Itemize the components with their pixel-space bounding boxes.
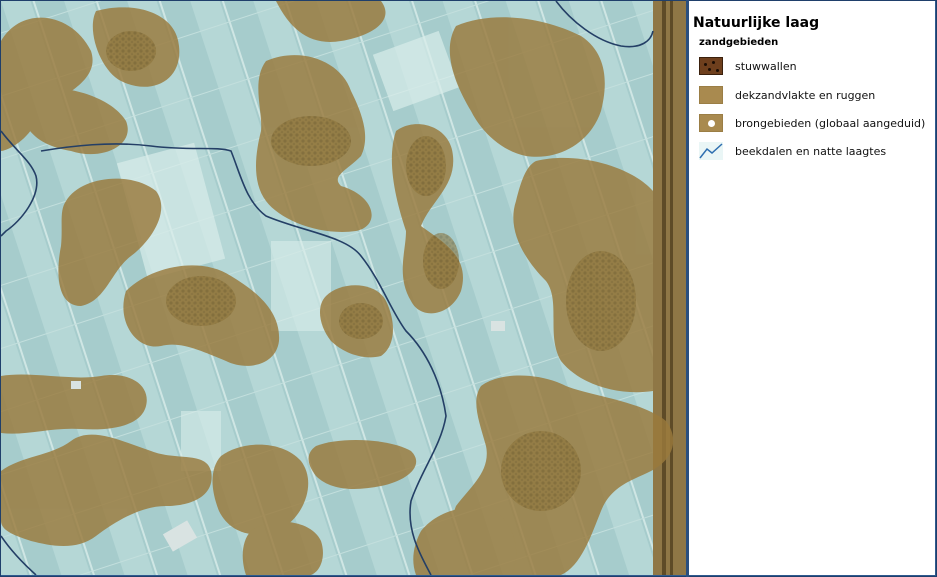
brongebied-swatch-icon	[699, 114, 723, 132]
building	[491, 321, 505, 331]
legend-item-brongebieden[interactable]: brongebieden (globaal aangeduid)	[699, 113, 925, 133]
building	[71, 381, 81, 389]
forest-patch	[271, 116, 351, 166]
forest-patch	[166, 276, 236, 326]
legend-item-label: beekdalen en natte laagtes	[735, 144, 887, 158]
legend-item-label: stuwwallen	[735, 59, 797, 73]
forest-patch	[501, 431, 581, 511]
legend-panel: Natuurlijke laag zandgebieden stuwwallen…	[689, 1, 935, 575]
forest-patch	[339, 303, 383, 339]
legend-group-label: zandgebieden	[699, 37, 779, 48]
legend-item-stuwwallen[interactable]: stuwwallen	[699, 56, 797, 76]
legend-item-label: dekzandvlakte en ruggen	[735, 88, 876, 102]
forest-patch	[106, 31, 156, 71]
railway-strip	[653, 1, 686, 575]
map-canvas[interactable]	[1, 1, 686, 575]
forest-patch	[406, 136, 446, 196]
sand-area	[242, 521, 323, 575]
railway-track	[662, 1, 666, 575]
forest-patch	[566, 251, 636, 351]
legend-title: Natuurlijke laag	[693, 15, 820, 31]
legend-item-label: brongebieden (globaal aangeduid)	[735, 116, 926, 130]
forest-patch	[423, 233, 459, 289]
stuwwallen-swatch-icon	[699, 57, 723, 75]
railway-track	[670, 1, 673, 575]
map-svg	[1, 1, 686, 575]
beekdal-line-icon	[699, 142, 723, 160]
dekzand-swatch-icon	[699, 86, 723, 104]
legend-item-dekzand[interactable]: dekzandvlakte en ruggen	[699, 85, 875, 105]
legend-item-beekdalen[interactable]: beekdalen en natte laagtes	[699, 141, 886, 161]
